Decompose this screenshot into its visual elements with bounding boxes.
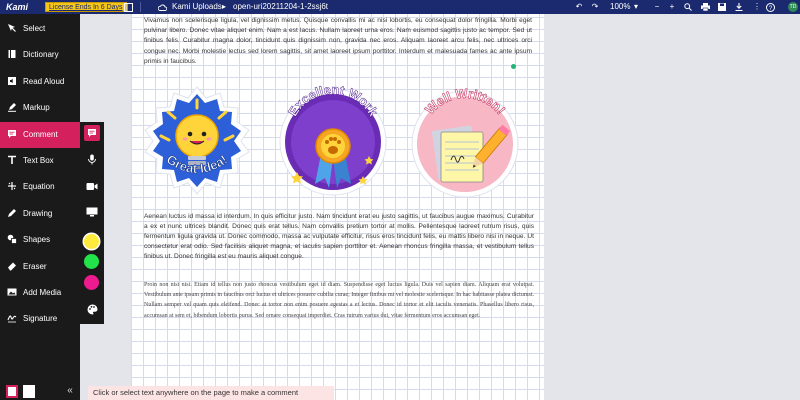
text-icon xyxy=(6,155,18,167)
document-name[interactable]: open-uri20211204-1-2ssj6t xyxy=(233,0,328,14)
pen-icon xyxy=(6,208,18,220)
single-page-view-button[interactable] xyxy=(6,385,18,398)
kami-app: Kami License Ends In 6 Days Kami Uploads… xyxy=(0,0,800,400)
cursor-icon xyxy=(6,23,18,35)
top-bar: Kami License Ends In 6 Days Kami Uploads… xyxy=(0,0,800,14)
tool-label: Markup xyxy=(23,103,50,112)
document-page[interactable]: Vivamus non scelerisque ligula, vel dign… xyxy=(131,14,544,400)
cursor-marker xyxy=(511,64,516,69)
eraser-icon xyxy=(6,261,18,273)
swatch-green[interactable] xyxy=(84,254,99,269)
signature-icon xyxy=(6,313,18,325)
tool-text-box[interactable]: Text Box xyxy=(0,148,80,174)
tool-markup[interactable]: Markup xyxy=(0,95,80,121)
tool-label: Drawing xyxy=(23,209,53,218)
swatch-yellow[interactable] xyxy=(84,234,99,249)
user-avatar[interactable]: TD xyxy=(788,2,798,12)
sidebar-toggle-icon[interactable] xyxy=(123,0,133,14)
collapse-sidebar-icon[interactable]: « xyxy=(64,383,76,400)
book-icon xyxy=(6,49,18,61)
swatch-pink[interactable] xyxy=(84,275,99,290)
redo-icon[interactable]: ↷ xyxy=(590,0,600,14)
tool-label: Eraser xyxy=(23,262,47,271)
paragraph[interactable]: Aenean luctus id massa id interdum. In q… xyxy=(144,212,534,262)
tool-drawing[interactable]: Drawing xyxy=(0,201,80,227)
tool-label: Equation xyxy=(23,182,55,191)
text-comment-button[interactable] xyxy=(84,125,100,141)
sidebar-footer: « xyxy=(0,383,80,400)
tool-equation[interactable]: Equation xyxy=(0,174,80,200)
tool-read-aloud[interactable]: Read Aloud xyxy=(0,69,80,95)
sticker-great-idea[interactable]: Great Idea! xyxy=(141,84,253,196)
breadcrumb-folder[interactable]: Kami Uploads xyxy=(172,0,222,14)
voice-comment-button[interactable] xyxy=(84,151,100,167)
kami-logo: Kami xyxy=(6,2,29,12)
cloud-icon xyxy=(157,0,167,14)
license-badge[interactable]: License Ends In 6 Days xyxy=(45,2,127,12)
zoom-in-icon[interactable]: + xyxy=(667,0,677,14)
print-icon[interactable] xyxy=(700,0,710,14)
tool-dictionary[interactable]: Dictionary xyxy=(0,42,80,68)
speaker-icon xyxy=(6,76,18,88)
tool-eraser[interactable]: Eraser xyxy=(0,254,80,280)
zoom-level[interactable]: 100% xyxy=(610,0,630,14)
more-options-icon[interactable]: ⋮ xyxy=(752,0,762,14)
zoom-out-icon[interactable]: − xyxy=(652,0,662,14)
highlighter-icon xyxy=(6,102,18,114)
paragraph[interactable]: Vivamus non scelerisque ligula, vel dign… xyxy=(144,16,532,67)
tool-label: Dictionary xyxy=(23,50,59,59)
tool-label: Read Aloud xyxy=(23,77,65,86)
search-icon[interactable] xyxy=(683,0,693,14)
undo-icon[interactable]: ↶ xyxy=(574,0,584,14)
tool-label: Add Media xyxy=(23,288,62,297)
tool-comment[interactable]: Comment xyxy=(0,122,80,148)
comment-hint-bar: Click or select text anywhere on the pag… xyxy=(88,386,334,400)
save-icon[interactable] xyxy=(717,0,727,14)
video-comment-button[interactable] xyxy=(84,178,100,194)
comment-icon xyxy=(6,129,18,141)
sticker-well-written[interactable]: Well Written! xyxy=(409,85,521,198)
divider xyxy=(140,2,141,12)
screen-record-comment-button[interactable] xyxy=(84,204,100,220)
media-icon xyxy=(6,287,18,299)
tool-signature[interactable]: Signature xyxy=(0,306,80,332)
tool-label: Signature xyxy=(23,314,58,323)
sticker-excellent-work[interactable]: Excellent Work xyxy=(277,82,389,200)
tool-label: Comment xyxy=(23,130,58,139)
color-palette-icon[interactable] xyxy=(84,301,100,317)
tool-sidebar: Select Dictionary Read Aloud Markup Comm… xyxy=(0,14,80,400)
two-page-view-button[interactable] xyxy=(23,385,35,398)
tool-select[interactable]: Select xyxy=(0,16,80,42)
tool-label: Select xyxy=(23,24,46,33)
comment-options-bar xyxy=(80,122,104,324)
paragraph[interactable]: Proin non nisi nisi. Etiam id tellus non… xyxy=(144,280,534,321)
tool-shapes[interactable]: Shapes xyxy=(0,227,80,253)
breadcrumb-separator: ▸ xyxy=(222,2,227,11)
shapes-icon xyxy=(6,234,18,246)
chevron-down-icon[interactable]: ▾ xyxy=(632,0,640,14)
download-icon[interactable] xyxy=(734,0,744,14)
tool-add-media[interactable]: Add Media xyxy=(0,280,80,306)
help-icon[interactable]: ? xyxy=(764,0,776,14)
equation-icon xyxy=(6,181,18,193)
tool-label: Shapes xyxy=(23,235,51,244)
tool-label: Text Box xyxy=(23,156,54,165)
